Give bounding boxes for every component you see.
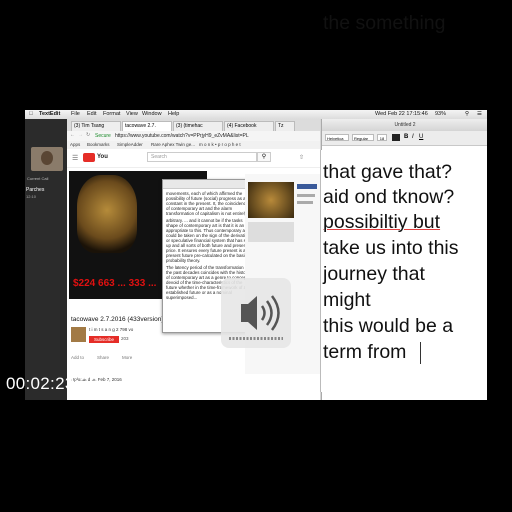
menu-format[interactable]: Format — [103, 111, 120, 117]
webcam-preview — [31, 147, 63, 171]
text-line-4: possibiltiy but — [323, 211, 441, 233]
volume-hud — [221, 278, 291, 348]
bookmark-simpleadder[interactable]: SimpleAdder — [117, 142, 143, 147]
call-panel: Current Call Parches 12:10 — [25, 119, 67, 400]
text-line-8: this would be a — [323, 315, 454, 337]
bookmark-apps[interactable]: Apps — [70, 142, 80, 147]
menu-window[interactable]: Window — [142, 111, 162, 117]
bookmark-bookmarks[interactable]: Bookmarks — [87, 142, 110, 147]
document-paragraph-2: arbitrary. ... and it cannot be if the t… — [166, 218, 252, 263]
search-icon[interactable]: ⚲ — [257, 152, 271, 162]
tab-2-active[interactable]: tacowave 2.7. — [122, 121, 172, 131]
bookmark-aphex[interactable]: Rare Aphex Twin ge... — [151, 142, 195, 147]
menu-edit[interactable]: Edit — [87, 111, 96, 117]
tab-3[interactable]: (3) (timehac — [173, 121, 223, 131]
contact-name: Parches — [26, 187, 45, 193]
video-title: tacowave 2.7.2016 (433version) — [71, 316, 164, 323]
related-thumb-1[interactable] — [248, 182, 294, 218]
video-overlay-text: $224 663 ... 333 ... — [73, 278, 157, 289]
call-duration: 12:10 — [26, 194, 37, 199]
secure-label: Secure — [95, 133, 111, 139]
related-title-1[interactable] — [297, 184, 317, 189]
upload-icon[interactable]: ⇧ — [299, 154, 304, 161]
browser-window: (3) Tim Tsang tacowave 2.7. (3) (timehac… — [67, 119, 320, 400]
subscribe-button[interactable]: Subscribe — [89, 336, 119, 343]
channel-name[interactable]: t i m t s a n g 2 798 vo — [89, 327, 133, 332]
search-icon[interactable]: ⚲ — [465, 111, 469, 117]
channel-avatar[interactable] — [71, 327, 86, 342]
text-line-2: that gave that? — [323, 161, 453, 183]
menu-help[interactable]: Help — [168, 111, 179, 117]
underline-button[interactable]: U — [419, 134, 423, 140]
video-thumbnail-face — [77, 175, 137, 253]
text-cursor — [420, 342, 421, 364]
textedit-title: Untitled 2 — [322, 119, 487, 131]
menu-icon[interactable]: ☰ — [72, 154, 78, 162]
font-select[interactable]: Helvetica — [325, 134, 349, 141]
menu-view[interactable]: View — [126, 111, 138, 117]
url-text[interactable]: https://www.youtube.com/watch?v=PPrjyH9_… — [115, 133, 249, 139]
bold-button[interactable]: B — [404, 134, 408, 140]
style-select[interactable]: Regular — [352, 134, 374, 141]
textedit-toolbar: Helvetica Regular 18 B I U — [322, 131, 487, 146]
video-timecode: 00:02:23;29 — [6, 374, 100, 393]
italic-button[interactable]: I — [412, 134, 414, 140]
document-toolbar — [163, 180, 255, 189]
menu-file[interactable]: File — [71, 111, 80, 117]
call-status: Current Call — [27, 176, 49, 181]
apple-icon[interactable]:  — [29, 111, 33, 117]
more-button[interactable]: More — [122, 355, 132, 360]
subscriber-count: 203 — [121, 336, 129, 341]
text-line-7: might — [323, 289, 371, 311]
search-input[interactable]: Search — [147, 152, 257, 162]
text-line-9: term from — [323, 341, 407, 363]
youtube-header: ☰ You Search ⚲ ⇧ — [67, 149, 320, 168]
related-thumb-2[interactable] — [248, 222, 294, 242]
clock[interactable]: Wed Feb 22 17:15:46 — [375, 111, 428, 117]
text-line-5: take us into this — [323, 237, 459, 259]
text-line-1: the something — [323, 12, 446, 34]
tab-1[interactable]: (3) Tim Tsang — [71, 121, 121, 131]
tab-4[interactable]: (4) Facebook — [224, 121, 274, 131]
forward-icon[interactable]: → — [78, 132, 83, 138]
share-button[interactable]: Share — [97, 355, 109, 360]
menu-bar:  TextEdit File Edit Format View Window … — [25, 110, 487, 119]
battery-status[interactable]: 93% — [435, 111, 446, 117]
size-select[interactable]: 18 — [377, 134, 387, 141]
text-line-3: aid ond tknow? — [323, 186, 455, 208]
youtube-logo[interactable] — [83, 153, 95, 162]
app-menu[interactable]: TextEdit — [39, 111, 60, 117]
tab-5[interactable]: Tz — [275, 121, 295, 131]
text-line-6: journey that — [323, 263, 425, 285]
bookmark-monk[interactable]: m o n k • p r o p h e t — [199, 142, 241, 147]
volume-level-bar — [229, 337, 283, 340]
tab-strip: (3) Tim Tsang tacowave 2.7. (3) (timehac… — [67, 119, 320, 131]
caller-face — [41, 151, 53, 165]
document-paragraph-1: movements, each of which affirmed the po… — [166, 191, 249, 216]
text-color-swatch[interactable] — [392, 134, 400, 141]
back-icon[interactable]: ← — [70, 132, 75, 138]
reload-icon[interactable]: ↻ — [86, 132, 90, 138]
add-to-button[interactable]: Add to — [71, 355, 84, 360]
list-icon[interactable]: ☰ — [477, 111, 482, 117]
